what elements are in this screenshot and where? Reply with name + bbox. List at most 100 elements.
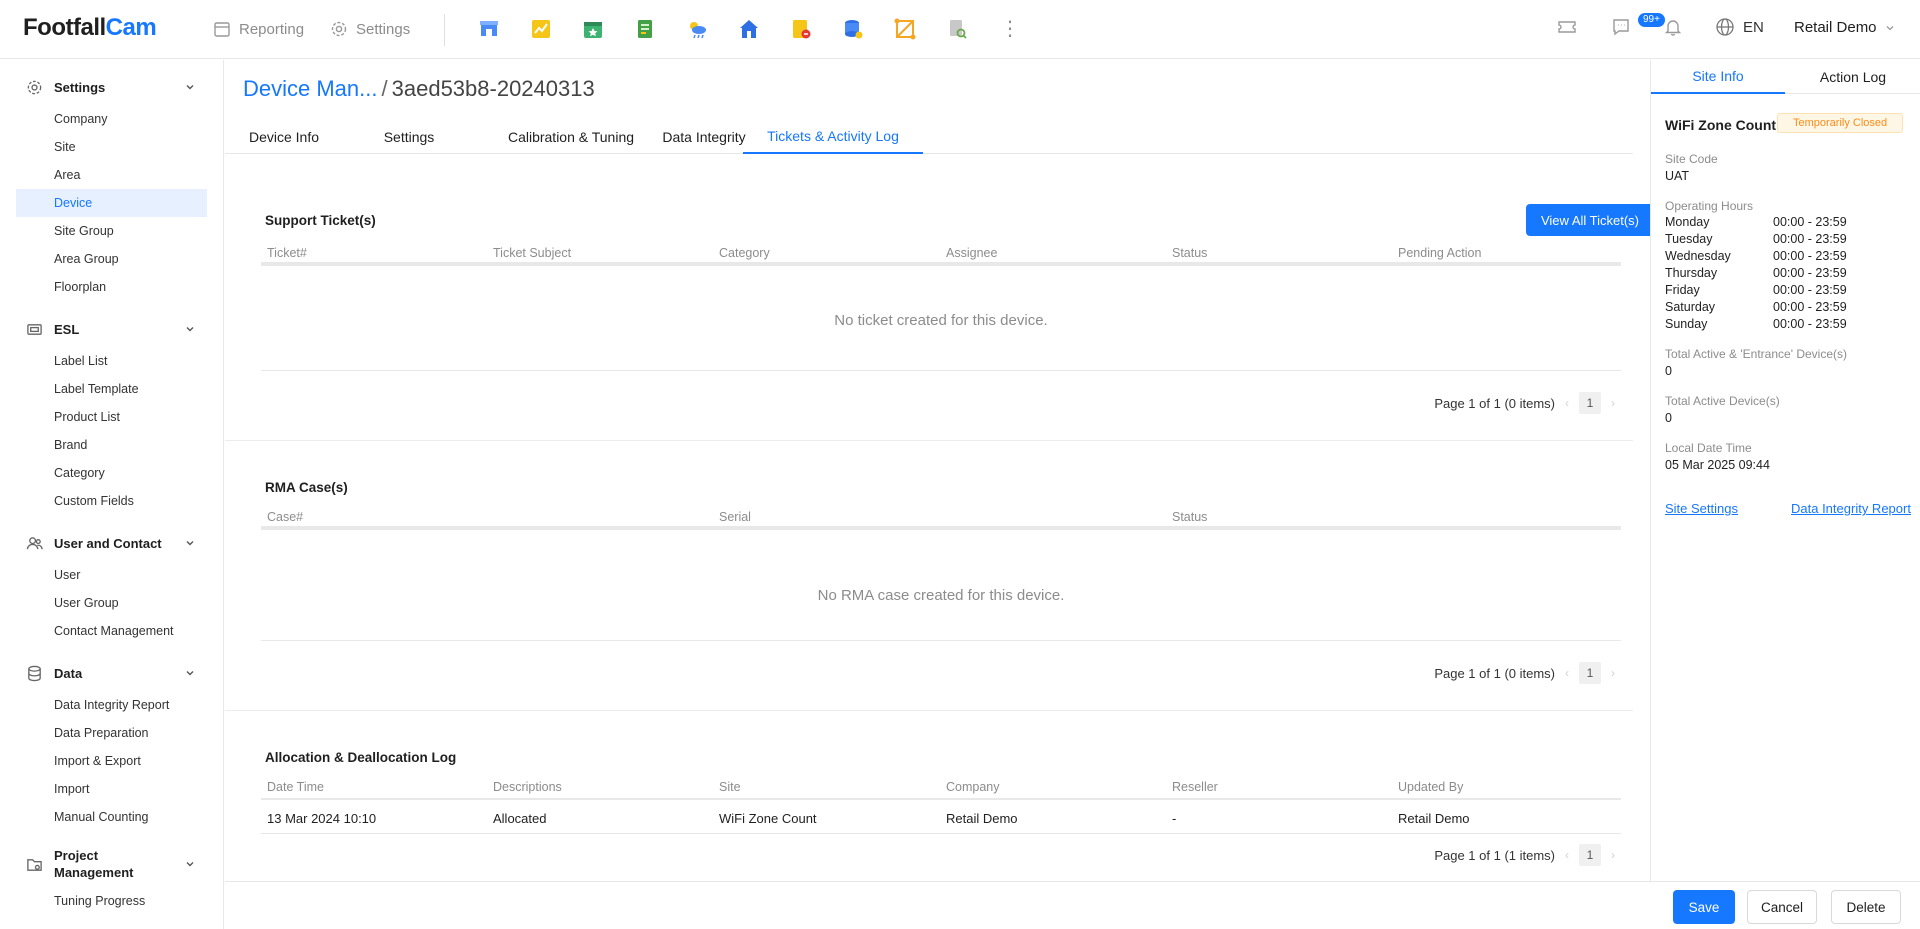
active-devices-value: 0 [1665,411,1672,425]
divider [261,370,1621,371]
settings-link[interactable]: Settings [330,20,410,38]
sidebar-item-user-group[interactable]: User Group [16,589,207,617]
table-header: Case# Serial Status [261,504,1621,530]
ticket-icon[interactable] [1557,17,1579,39]
globe-icon[interactable] [1715,17,1737,39]
user-menu[interactable]: Retail Demo [1794,19,1895,36]
gear-icon [331,21,347,37]
database-icon[interactable] [841,17,865,41]
tab-bar: Device Info Settings Calibration & Tunin… [225,120,1633,154]
next-page-icon[interactable]: › [1611,396,1615,410]
tab-tickets-activity-log[interactable]: Tickets & Activity Log [743,120,923,154]
home-icon[interactable] [737,17,761,41]
tab-site-info[interactable]: Site Info [1651,60,1785,94]
prev-page-icon[interactable]: ‹ [1565,666,1569,680]
gear-icon [26,78,44,96]
sidebar-group-esl[interactable]: ESL [0,311,223,347]
rma-cases-section: RMA Case(s) Case# Serial Status No RMA c… [261,480,1621,720]
report-icon[interactable] [633,17,657,41]
page-number[interactable]: 1 [1579,392,1601,414]
sidebar-group-project-management[interactable]: Project Management [0,841,223,887]
sidebar-item-area[interactable]: Area [16,161,207,189]
sidebar-group-data[interactable]: Data [0,655,223,691]
sidebar-item-import[interactable]: Import [16,775,207,803]
weather-icon[interactable] [685,17,709,41]
sidebar-item-category[interactable]: Category [16,459,207,487]
panel-tabs: Site Info Action Log [1651,60,1920,94]
support-tickets-section: Support Ticket(s) View All Ticket(s) Tic… [261,202,1654,442]
zone-icon[interactable] [893,17,917,41]
sidebar-item-site-group[interactable]: Site Group [16,217,207,245]
sidebar-group-label: User and Contact [54,535,162,551]
cancel-button[interactable]: Cancel [1747,890,1817,924]
prev-page-icon[interactable]: ‹ [1565,396,1569,410]
retail-icon[interactable] [477,17,501,41]
sidebar-group-label: Project Management [54,848,134,880]
section-title: Support Ticket(s) [265,213,376,228]
sidebar-item-manual-counting[interactable]: Manual Counting [16,803,207,831]
sidebar-group-settings[interactable]: Settings [0,69,223,105]
page-number[interactable]: 1 [1579,844,1601,866]
top-separator [444,14,445,46]
top-bar: FootfallCam Reporting Settings ⋮ 99+ EN … [0,0,1920,59]
sidebar-item-site[interactable]: Site [16,133,207,161]
sidebar-item-custom-fields[interactable]: Custom Fields [16,487,207,515]
tab-settings[interactable]: Settings [377,120,441,154]
sidebar-group-label: ESL [54,321,80,337]
alert-icon[interactable] [789,17,813,41]
language-selector[interactable]: EN [1743,19,1764,36]
tab-action-log[interactable]: Action Log [1786,60,1920,94]
sidebar-item-company[interactable]: Company [16,105,207,133]
pagination: Page 1 of 1 (0 items) ‹ 1 › [1434,662,1615,684]
chevron-down-icon [186,327,194,332]
bell-icon[interactable] [1663,17,1685,39]
sidebar-item-data-integrity-report[interactable]: Data Integrity Report [16,691,207,719]
chat-icon[interactable] [1611,17,1633,39]
sidebar-item-product-list[interactable]: Product List [16,403,207,431]
view-all-tickets-button[interactable]: View All Ticket(s) [1526,204,1654,236]
site-name: WiFi Zone Count [1665,117,1777,133]
sidebar-item-device[interactable]: Device [16,189,207,217]
prev-page-icon[interactable]: ‹ [1565,848,1569,862]
tab-device-info[interactable]: Device Info [239,120,329,154]
calendar-icon[interactable] [581,17,605,41]
data-integrity-report-link[interactable]: Data Integrity Report [1791,501,1911,516]
sidebar-group-user-and-contact[interactable]: User and Contact [0,525,223,561]
chevron-down-icon [1886,25,1893,30]
next-page-icon[interactable]: › [1611,848,1615,862]
active-devices-label: Total Active Device(s) [1665,394,1780,408]
next-page-icon[interactable]: › [1611,666,1615,680]
sidebar-item-user[interactable]: User [16,561,207,589]
calendar-outline-icon [214,22,230,37]
users-icon [26,534,44,552]
sidebar-item-contact-management[interactable]: Contact Management [16,617,207,645]
delete-button[interactable]: Delete [1831,890,1901,924]
logo[interactable]: FootfallCam [23,14,157,42]
database-icon [26,664,44,682]
pagination: Page 1 of 1 (0 items) ‹ 1 › [1434,392,1615,414]
table-header: Date Time Descriptions Site Company Rese… [261,774,1621,800]
device-id: 3aed53b8-20240313 [391,76,595,101]
file-search-icon[interactable] [945,17,969,41]
notification-badge: 99+ [1638,13,1665,27]
sidebar-item-import-export[interactable]: Import & Export [16,747,207,775]
page-number[interactable]: 1 [1579,662,1601,684]
chart-icon[interactable] [529,17,553,41]
table-header: Ticket# Ticket Subject Category Assignee… [261,240,1621,266]
save-button[interactable]: Save [1673,890,1735,924]
sidebar-item-floorplan[interactable]: Floorplan [16,273,207,301]
sidebar-item-data-preparation[interactable]: Data Preparation [16,719,207,747]
sidebar-item-label-template[interactable]: Label Template [16,375,207,403]
site-settings-link[interactable]: Site Settings [1665,501,1738,516]
sidebar-item-area-group[interactable]: Area Group [16,245,207,273]
tab-calibration-tuning[interactable]: Calibration & Tuning [483,120,659,154]
sidebar-item-tuning-progress[interactable]: Tuning Progress [16,887,207,915]
sidebar-item-label-list[interactable]: Label List [16,347,207,375]
sidebar-group-label: Data [54,665,83,681]
reporting-link[interactable]: Reporting [213,20,304,38]
breadcrumb[interactable]: Device Man... [243,76,378,101]
sidebar-item-brand[interactable]: Brand [16,431,207,459]
allocation-log-section: Allocation & Deallocation Log Date Time … [261,750,1621,880]
more-apps-icon[interactable]: ⋮ [1000,17,1020,41]
divider [261,640,1621,641]
